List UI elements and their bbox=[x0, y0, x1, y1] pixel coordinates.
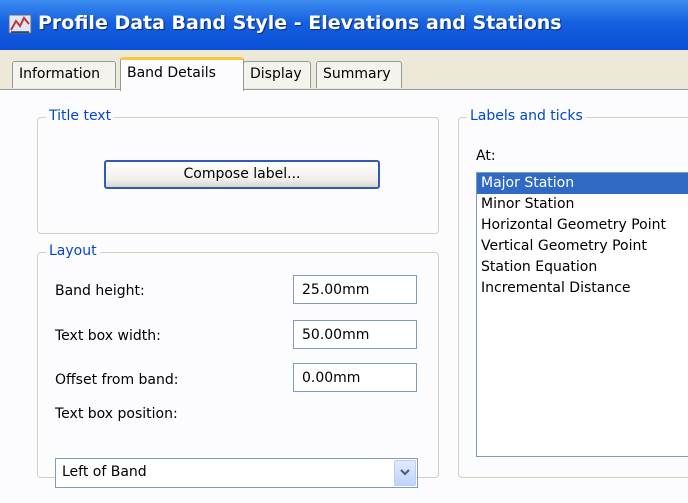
band-height-label: Band height: bbox=[55, 283, 145, 299]
tab-display[interactable]: Display bbox=[243, 61, 311, 88]
at-listbox[interactable]: Major Station Minor Station Horizontal G… bbox=[476, 172, 688, 457]
window-title: Profile Data Band Style - Elevations and… bbox=[38, 12, 562, 34]
title-text-legend: Title text bbox=[46, 108, 115, 124]
text-box-position-select[interactable]: Left of Band bbox=[55, 458, 418, 488]
list-item-station-equation[interactable]: Station Equation bbox=[477, 257, 688, 278]
labels-and-ticks-legend: Labels and ticks bbox=[467, 108, 586, 124]
tab-summary[interactable]: Summary bbox=[316, 61, 402, 88]
list-item-incremental-distance[interactable]: Incremental Distance bbox=[477, 278, 688, 299]
title-bar[interactable]: Profile Data Band Style - Elevations and… bbox=[0, 0, 688, 50]
text-box-width-label: Text box width: bbox=[55, 328, 161, 344]
title-text-group: Title text Compose label... bbox=[37, 108, 439, 234]
layout-group: Layout Band height: Text box width: Offs… bbox=[37, 243, 439, 488]
tab-information[interactable]: Information bbox=[12, 61, 116, 88]
chevron-down-icon bbox=[400, 469, 410, 476]
text-box-position-value: Left of Band bbox=[62, 464, 147, 480]
list-item-minor-station[interactable]: Minor Station bbox=[477, 194, 688, 215]
dropdown-button[interactable] bbox=[394, 460, 416, 486]
offset-from-band-input[interactable] bbox=[293, 363, 417, 392]
band-height-input[interactable] bbox=[293, 275, 417, 304]
app-icon bbox=[8, 14, 32, 34]
offset-from-band-label: Offset from band: bbox=[55, 372, 179, 388]
at-label: At: bbox=[476, 148, 496, 164]
text-box-position-label: Text box position: bbox=[55, 406, 178, 422]
tab-content-panel: Title text Compose label... Layout Band … bbox=[0, 89, 688, 503]
tab-band-details[interactable]: Band Details bbox=[120, 57, 244, 91]
tab-bar: Information Band Details Display Summary bbox=[0, 50, 688, 91]
list-item-horizontal-geometry-point[interactable]: Horizontal Geometry Point bbox=[477, 215, 688, 236]
layout-legend: Layout bbox=[46, 243, 100, 259]
compose-label-button[interactable]: Compose label... bbox=[104, 160, 380, 189]
text-box-width-input[interactable] bbox=[293, 320, 417, 349]
list-item-vertical-geometry-point[interactable]: Vertical Geometry Point bbox=[477, 236, 688, 257]
labels-and-ticks-group: Labels and ticks At: Major Station Minor… bbox=[458, 108, 688, 478]
list-item-major-station[interactable]: Major Station bbox=[477, 173, 688, 194]
